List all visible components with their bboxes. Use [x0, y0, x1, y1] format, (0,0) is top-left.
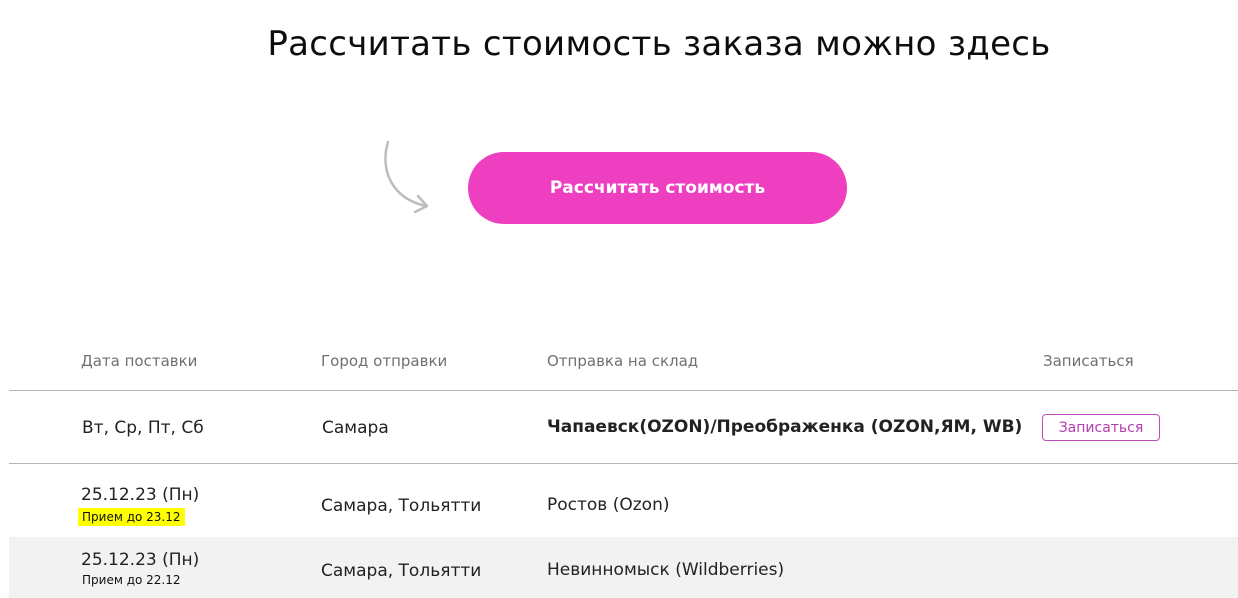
delivery-date: 25.12.23 (Пн): [81, 485, 200, 505]
column-header-city: Город отправки: [321, 352, 448, 370]
column-header-date: Дата поставки: [81, 352, 198, 370]
page-title: Рассчитать стоимость заказа можно здесь: [267, 24, 1051, 64]
table-row: 25.12.23 (Пн) Прием до 23.12 Самара, Тол…: [9, 464, 1238, 537]
departure-city: Самара, Тольятти: [321, 496, 482, 516]
table-row: 25.12.23 (Пн) Прием до 22.12 Самара, Тол…: [9, 537, 1238, 598]
acceptance-deadline: Прием до 23.12: [78, 508, 185, 526]
delivery-table: Дата поставки Город отправки Отправка на…: [9, 340, 1238, 598]
departure-city: Самара: [322, 418, 389, 438]
acceptance-deadline: Прием до 22.12: [82, 573, 181, 587]
signup-button[interactable]: Записаться: [1042, 414, 1160, 441]
delivery-date: Вт, Ср, Пт, Сб: [82, 418, 204, 438]
curved-arrow-icon: [384, 140, 429, 214]
table-header: Дата поставки Город отправки Отправка на…: [9, 340, 1238, 391]
calculate-cost-button[interactable]: Рассчитать стоимость: [468, 152, 847, 224]
table-row: Вт, Ср, Пт, Сб Самара Чапаевск(OZON)/Пре…: [9, 391, 1238, 464]
column-header-signup: Записаться: [1043, 352, 1134, 370]
delivery-date: 25.12.23 (Пн): [81, 550, 200, 570]
departure-city: Самара, Тольятти: [321, 561, 482, 581]
warehouse-destination: Ростов (Ozon): [547, 495, 670, 515]
column-header-warehouse: Отправка на склад: [547, 352, 699, 370]
acceptance-deadline-wrap: Прием до 23.12: [78, 508, 185, 526]
warehouse-destination: Чапаевск(OZON)/Преображенка (OZON,ЯМ, WB…: [547, 417, 1023, 437]
warehouse-destination: Невинномыск (Wildberries): [547, 560, 785, 580]
